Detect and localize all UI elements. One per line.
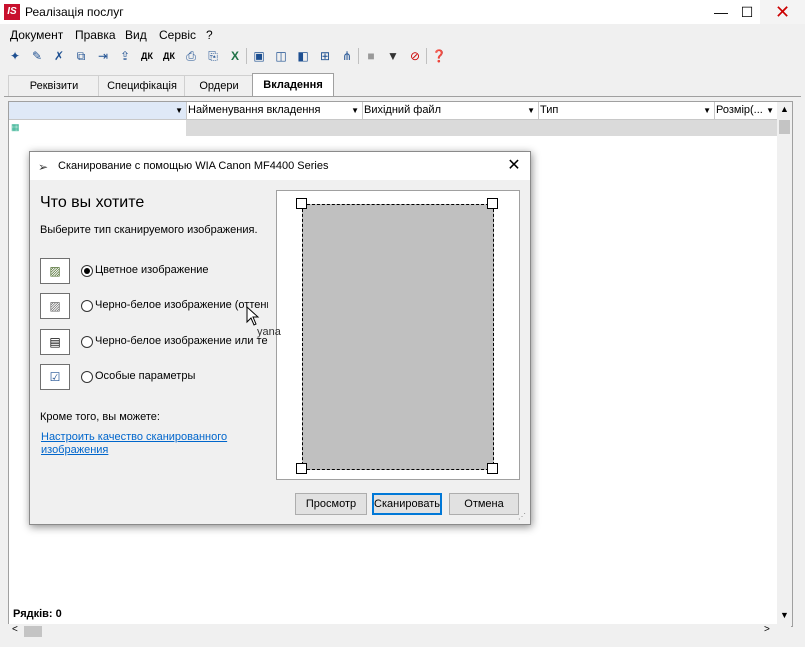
close-button[interactable]: ✕ [760, 0, 805, 24]
vertical-scrollbar[interactable] [777, 102, 792, 626]
window-title: Реалізація послуг [25, 5, 124, 19]
tab-bar: Реквізити Специфікація Ордери Вкладення [4, 73, 801, 97]
toolbar-separator [426, 48, 427, 64]
preview-button[interactable]: Просмотр [295, 493, 367, 515]
option-bw-text-label[interactable]: Черно-белое изображение или текст [95, 335, 268, 347]
horizontal-scroll-thumb[interactable] [24, 626, 42, 637]
crop-handle-bottom-left[interactable] [296, 463, 307, 474]
crop-handle-top-left[interactable] [296, 198, 307, 209]
app-logo-icon: IS [4, 4, 20, 20]
copy-icon[interactable]: ⧉ [72, 47, 90, 65]
menu-service[interactable]: Сервіс [159, 28, 196, 42]
scroll-up-icon[interactable]: ▲ [777, 104, 792, 114]
move-icon[interactable]: ⇥ [94, 47, 112, 65]
also-label: Кроме того, вы можете: [40, 411, 160, 423]
scroll-right-icon[interactable]: > [764, 624, 770, 635]
toolbar: ✦ ✎ ✗ ⧉ ⇥ ⇪ ДК ДК ⎙ ⎘ X ▣ ◫ ◧ ⊞ ⋔ ■ ▼ ⊘ … [0, 44, 805, 68]
columns-icon[interactable]: ◧ [294, 47, 312, 65]
scan-button[interactable]: Сканировать [372, 493, 442, 515]
rows-count: Рядків: 0 [13, 608, 62, 620]
radio-custom[interactable] [81, 371, 93, 383]
tab-divider [4, 96, 801, 97]
dialog-title: Сканирование с помощью WIA Canon MF4400 … [58, 160, 329, 172]
menu-document[interactable]: Документ [10, 28, 63, 42]
chevron-down-icon[interactable]: ▼ [175, 102, 183, 119]
toolbar-separator [246, 48, 247, 64]
scan-dialog: ➢ Сканирование с помощью WIA Canon MF440… [29, 151, 531, 525]
print-icon[interactable]: ⎙ [182, 47, 200, 65]
scanner-icon: ➢ [38, 160, 49, 174]
cancel-button[interactable]: Отмена [449, 493, 519, 515]
tab-orders[interactable]: Ордери [184, 75, 254, 96]
scroll-thumb[interactable] [779, 120, 790, 134]
chevron-down-icon[interactable]: ▼ [766, 102, 774, 119]
menu-edit[interactable]: Правка [75, 28, 116, 42]
clear-filter-icon[interactable]: ⊘ [406, 47, 424, 65]
filter-icon[interactable]: ▼ [384, 47, 402, 65]
menu-bar: Документ Правка Вид Сервіс ? [0, 26, 805, 44]
option-color-label[interactable]: Цветное изображение [95, 264, 209, 276]
menu-view[interactable]: Вид [125, 28, 147, 42]
excel-icon[interactable]: X [226, 47, 244, 65]
dialog-close-button[interactable]: ✕ [504, 156, 524, 176]
cursor-tooltip: yana [257, 326, 281, 338]
chevron-down-icon[interactable]: ▼ [351, 102, 359, 119]
link-icon[interactable]: ⊞ [316, 47, 334, 65]
column-header-name[interactable]: Найменування вкладення ▼ [186, 102, 363, 119]
adjust-quality-link[interactable]: Настроить качество сканированного изобра… [41, 431, 241, 457]
radio-grayscale[interactable] [81, 300, 93, 312]
radio-color[interactable] [81, 265, 93, 277]
dialog-subheading: Выберите тип сканируемого изображения. [40, 224, 258, 236]
toolbar-separator [358, 48, 359, 64]
crop-handle-top-right[interactable] [487, 198, 498, 209]
debit-credit-2-icon[interactable]: ДК [160, 47, 178, 65]
scroll-left-icon[interactable]: < [12, 624, 18, 635]
grid-header: ▼ Найменування вкладення ▼ Вихідний файл… [9, 102, 777, 120]
text-document-icon[interactable]: ▤ [40, 329, 70, 355]
chevron-down-icon[interactable]: ▼ [703, 102, 711, 119]
mouse-cursor-icon [246, 306, 260, 326]
chevron-down-icon[interactable]: ▼ [527, 102, 535, 119]
option-custom-label[interactable]: Особые параметры [95, 370, 195, 382]
delete-icon[interactable]: ✗ [50, 47, 68, 65]
color-photo-icon[interactable]: ▨ [40, 258, 70, 284]
radio-bw-text[interactable] [81, 336, 93, 348]
title-bar: IS Реалізація послуг — ☐ ✕ [0, 0, 805, 24]
horizontal-scrollbar[interactable] [8, 624, 791, 639]
resize-grip-icon[interactable]: ⋰ [518, 512, 526, 521]
debit-credit-icon[interactable]: ДК [138, 47, 156, 65]
maximize-button[interactable]: ☐ [730, 0, 764, 24]
new-doc-icon[interactable]: ✦ [6, 47, 24, 65]
row-indicator-icon: ▦ [11, 122, 20, 132]
gray-block-icon[interactable]: ■ [362, 47, 380, 65]
dialog-heading: Что вы хотите [40, 194, 145, 211]
scan-type-options: ▨ Цветное изображение ▨ Черно-белое изоб… [30, 252, 268, 392]
grid-filter-cell[interactable] [9, 120, 186, 136]
column-header-selector[interactable]: ▼ [9, 102, 187, 119]
scroll-down-icon[interactable]: ▼ [777, 610, 792, 620]
column-header-source-file[interactable]: Вихідний файл ▼ [362, 102, 539, 119]
print-preview-icon[interactable]: ⎘ [204, 47, 222, 65]
column-header-size[interactable]: Розмір(... ▼ [714, 102, 777, 119]
option-grayscale-label[interactable]: Черно-белое изображение (оттенки серого) [95, 299, 268, 311]
save-icon[interactable]: ▣ [250, 47, 268, 65]
create-icon[interactable]: ✎ [28, 47, 46, 65]
column-header-type[interactable]: Тип ▼ [538, 102, 715, 119]
crop-handle-bottom-right[interactable] [487, 463, 498, 474]
open-book-icon[interactable]: ◫ [272, 47, 290, 65]
scan-region[interactable] [302, 204, 494, 470]
custom-settings-icon[interactable]: ☑ [40, 364, 70, 390]
menu-help[interactable]: ? [206, 28, 213, 42]
tab-attachments[interactable]: Вкладення [252, 73, 334, 96]
tab-requisites[interactable]: Реквізити [8, 75, 100, 96]
tree-icon[interactable]: ⋔ [338, 47, 356, 65]
grayscale-photo-icon[interactable]: ▨ [40, 293, 70, 319]
help-icon[interactable]: ❓ [430, 47, 448, 65]
tab-specification[interactable]: Специфікація [98, 75, 186, 96]
upload-icon[interactable]: ⇪ [116, 47, 134, 65]
dialog-title-bar: ➢ Сканирование с помощью WIA Canon MF440… [30, 152, 530, 180]
